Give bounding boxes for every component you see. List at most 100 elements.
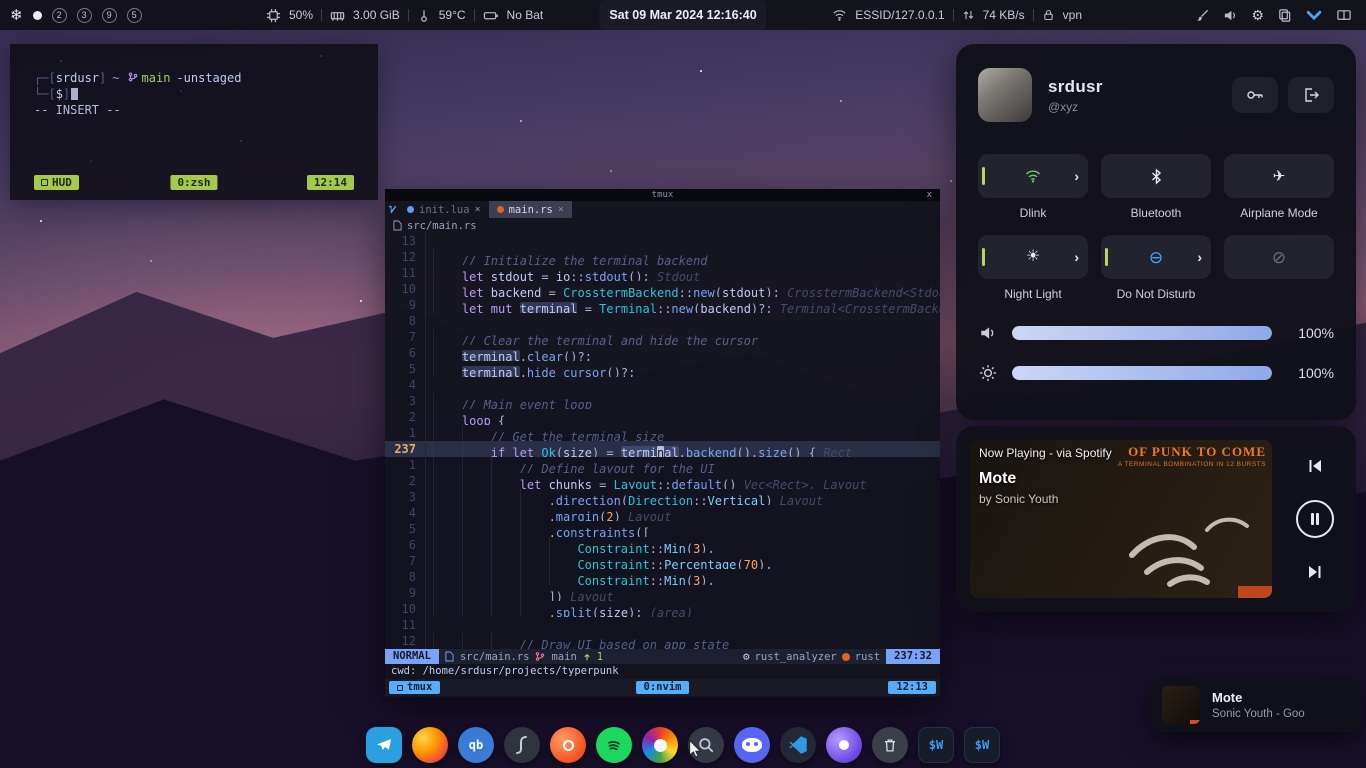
lsp-name: rust_analyzer: [755, 651, 837, 663]
logout-button[interactable]: [1288, 77, 1334, 113]
settings-gear-icon[interactable]: ⚙: [1251, 8, 1264, 22]
prompt-char: $: [56, 87, 63, 101]
code-line[interactable]: 7// Clear the terminal and hide the curs…: [385, 329, 940, 345]
code-line[interactable]: 4: [385, 377, 940, 393]
code-line[interactable]: 10let backend = CrosstermBackend::new(st…: [385, 281, 940, 297]
code-line[interactable]: 8: [385, 313, 940, 329]
code-area[interactable]: 1312// Initialize the terminal backend11…: [385, 233, 940, 649]
dock-wterm2-icon[interactable]: $W: [964, 727, 1000, 763]
code-line[interactable]: 5.constraints([: [385, 521, 940, 537]
dock-spotify-icon[interactable]: [596, 727, 632, 763]
chevron-right-icon[interactable]: ›: [1074, 249, 1079, 265]
pause-button[interactable]: [1296, 500, 1334, 538]
code-line[interactable]: 11let stdout = io::stdout(); Stdout: [385, 265, 940, 281]
tab-init-lua[interactable]: init.lua ×: [399, 201, 489, 218]
workspace-3[interactable]: 3: [77, 8, 92, 23]
dock-shell-icon[interactable]: [504, 727, 540, 763]
code-line[interactable]: 1// Get the terminal size: [385, 425, 940, 441]
code-line[interactable]: 9let mut terminal = Terminal::new(backen…: [385, 297, 940, 313]
code-line[interactable]: 6Constraint::Min(3),: [385, 537, 940, 553]
dock-qutebrowser-icon[interactable]: qb: [458, 727, 494, 763]
nixos-logo-icon[interactable]: ❄: [10, 6, 23, 24]
trash-icon: [882, 737, 898, 754]
code-line[interactable]: 12// Draw UI based on app state: [385, 633, 940, 649]
avatar[interactable]: [978, 68, 1032, 122]
code-line[interactable]: 237if let Ok(size) = terminal.backend().…: [385, 441, 940, 457]
clipboard-icon[interactable]: [1277, 8, 1292, 23]
code-line[interactable]: 8Constraint::Min(3),: [385, 569, 940, 585]
tmux-session-chip[interactable]: tmux: [389, 681, 440, 694]
volume-slider[interactable]: [1012, 326, 1272, 340]
dock-jetbrains-icon[interactable]: [550, 727, 586, 763]
clock[interactable]: Sat 09 Mar 2024 12:16:40: [599, 0, 766, 30]
quick-toggles: › Dlink Bluetooth ✈ Airplane Mode ☀ › Ni…: [978, 154, 1334, 302]
tab-close-icon[interactable]: ×: [558, 204, 564, 215]
code-line[interactable]: 6terminal.clear()?;: [385, 345, 940, 361]
code-line[interactable]: 9]) Layout: [385, 585, 940, 601]
dock-trash-icon[interactable]: [872, 727, 908, 763]
line-text: Constraint::Min(3),: [425, 537, 940, 553]
line-text: Constraint::Percentage(70),: [425, 553, 940, 569]
dock-firefox-icon[interactable]: [412, 727, 448, 763]
code-line[interactable]: 1// Define layout for the UI: [385, 457, 940, 473]
code-line[interactable]: 11: [385, 617, 940, 633]
discord-blob-icon: [742, 738, 762, 752]
tab-main-rs[interactable]: main.rs ×: [489, 201, 572, 218]
previous-track-button[interactable]: [1295, 446, 1335, 486]
code-line[interactable]: 3// Main event loop: [385, 393, 940, 409]
battery-icon: [483, 8, 499, 23]
dock-wterm-icon[interactable]: $W: [918, 727, 954, 763]
workspace-5[interactable]: 5: [127, 8, 142, 23]
dock-telegram-icon[interactable]: [366, 727, 402, 763]
control-center-chevron-icon[interactable]: [1305, 8, 1323, 23]
workspace-active-indicator[interactable]: [33, 11, 42, 20]
album-art[interactable]: OF PUNK TO COME A TERMINAL BOMBINATION I…: [970, 440, 1272, 598]
chevron-right-icon[interactable]: ›: [1074, 168, 1079, 184]
code-line[interactable]: 7Constraint::Percentage(70),: [385, 553, 940, 569]
brush-icon[interactable]: [1195, 8, 1210, 23]
tmux-window-chip[interactable]: 0:nvim: [636, 681, 690, 694]
media-notification[interactable]: Mote Sonic Youth - Goo: [1150, 678, 1362, 732]
dock-vscode-icon[interactable]: [780, 727, 816, 763]
hud-chip[interactable]: HUD: [34, 175, 79, 190]
toggle-blocked[interactable]: ⊘: [1224, 235, 1334, 279]
toggle-do-not-disturb[interactable]: ⊖ ›: [1101, 235, 1211, 279]
essid[interactable]: ESSID/127.0.0.1: [855, 8, 944, 22]
code-line[interactable]: 3.direction(Direction::Vertical) Layout: [385, 489, 940, 505]
toggle-night-light[interactable]: ☀ ›: [978, 235, 1088, 279]
line-number: 5: [385, 521, 425, 537]
code-line[interactable]: 5terminal.hide_cursor()?;: [385, 361, 940, 377]
network-speed: 74 KB/s: [983, 8, 1025, 22]
tmux-session-label: 0:zsh: [177, 175, 210, 190]
window-close-button[interactable]: x: [927, 189, 932, 201]
tmux-session-chip[interactable]: 0:zsh: [170, 175, 217, 190]
workspace-2[interactable]: 2: [52, 8, 67, 23]
code-line[interactable]: 13: [385, 233, 940, 249]
dock-gimp-icon[interactable]: [642, 727, 678, 763]
dock-discord-icon[interactable]: [734, 727, 770, 763]
line-text: .constraints([: [425, 521, 940, 537]
code-line[interactable]: 4.margin(2) Layout: [385, 505, 940, 521]
tab-close-icon[interactable]: ×: [475, 204, 481, 215]
vpn-label[interactable]: vpn: [1063, 8, 1082, 22]
next-track-button[interactable]: [1295, 552, 1335, 592]
chevron-right-icon[interactable]: ›: [1197, 249, 1202, 265]
code-line[interactable]: 10.split(size); (area): [385, 601, 940, 617]
separator: [953, 9, 954, 21]
code-line[interactable]: 2let chunks = Layout::default() Vec<Rect…: [385, 473, 940, 489]
code-line[interactable]: 12// Initialize the terminal backend: [385, 249, 940, 265]
toggle-bluetooth[interactable]: [1101, 154, 1211, 198]
toggle-airplane-mode[interactable]: ✈: [1224, 154, 1334, 198]
network-speed-icon: [962, 8, 975, 22]
rust-lang-icon: [842, 653, 850, 661]
code-line[interactable]: 2loop {: [385, 409, 940, 425]
toggle-wifi-dlink[interactable]: ›: [978, 154, 1088, 198]
speaker-icon[interactable]: [1223, 8, 1238, 23]
line-number: 7: [385, 329, 425, 345]
hud-terminal[interactable]: ┌─[srdusr]~main-unstaged └─[$] -- INSERT…: [10, 44, 378, 200]
dock-zen-icon[interactable]: [826, 727, 862, 763]
keyring-button[interactable]: [1232, 77, 1278, 113]
layout-monitor-icon[interactable]: [1336, 8, 1352, 23]
brightness-slider[interactable]: [1012, 366, 1272, 380]
workspace-9[interactable]: 9: [102, 8, 117, 23]
